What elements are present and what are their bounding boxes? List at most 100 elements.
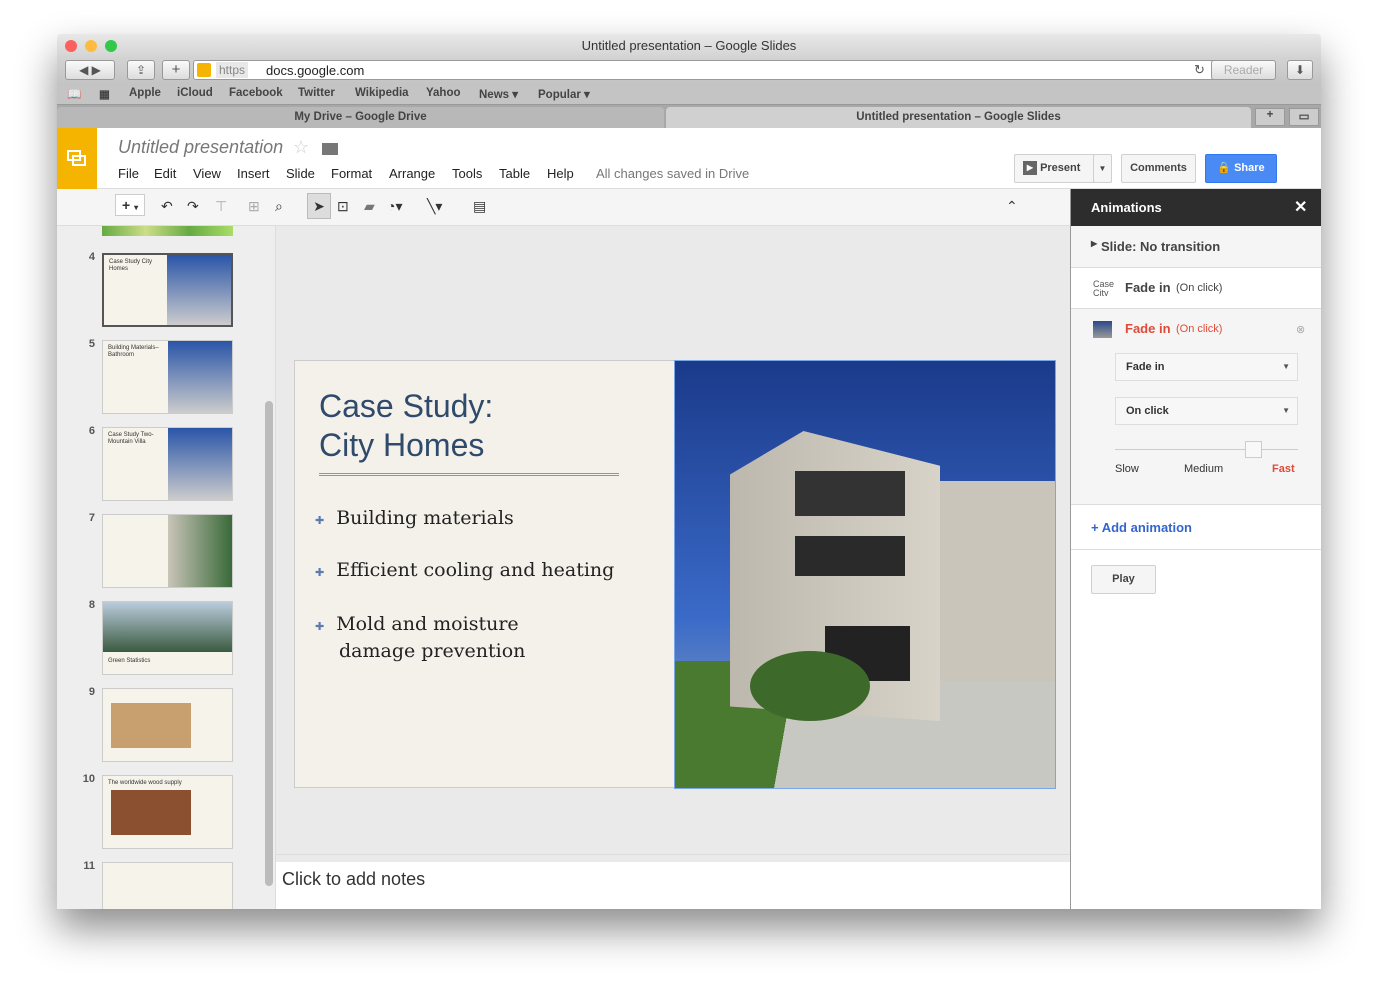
editing-toolbar: + ▾ ↶ ↷ ⊤ ⊞ ⌕ ➤ ⊡ ▰ ◔▾ ╲▾ ▤ ⌃ bbox=[57, 189, 1070, 226]
downloads-icon[interactable]: ⬇ bbox=[1287, 60, 1313, 80]
line-icon[interactable]: ╲▾ bbox=[427, 198, 442, 215]
bookmark-popular[interactable]: Popular ▾ bbox=[538, 87, 590, 101]
slide-number: 8 bbox=[88, 599, 95, 611]
trigger-select[interactable]: On click ▼ bbox=[1115, 397, 1298, 425]
bookmark-icloud[interactable]: iCloud bbox=[177, 87, 213, 99]
new-tab-button[interactable]: + bbox=[162, 60, 190, 80]
add-animation-link[interactable]: + Add animation bbox=[1091, 520, 1192, 535]
new-slide-button[interactable]: + ▾ bbox=[115, 194, 146, 216]
share-icon[interactable]: ⇪ bbox=[127, 60, 155, 80]
slide-thumbnail-partial[interactable] bbox=[102, 226, 233, 236]
top-sites-icon[interactable]: ▦ bbox=[99, 87, 110, 101]
thumbnail-image bbox=[168, 515, 232, 587]
slide-thumbnail[interactable] bbox=[102, 514, 233, 588]
slide-thumbnail[interactable] bbox=[102, 862, 233, 909]
remove-animation-icon[interactable]: ⊗ bbox=[1296, 323, 1305, 336]
close-window-button[interactable] bbox=[65, 40, 77, 52]
menu-edit[interactable]: Edit bbox=[154, 166, 176, 181]
filmstrip-scrollbar[interactable] bbox=[265, 401, 273, 886]
bookmark-yahoo[interactable]: Yahoo bbox=[426, 87, 461, 99]
animation-effect: Fade in bbox=[1125, 280, 1171, 295]
app-header: Untitled presentation ☆ File Edit View I… bbox=[57, 128, 1321, 189]
speaker-notes-icon[interactable]: ▤ bbox=[473, 198, 486, 215]
address-bar[interactable]: https docs.google.com ↻ Reader bbox=[193, 60, 1276, 80]
notes-divider[interactable] bbox=[276, 854, 1070, 855]
undo-icon[interactable]: ↶ bbox=[161, 198, 173, 215]
image-icon[interactable]: ▰ bbox=[364, 198, 375, 215]
select-tool-icon[interactable]: ➤ bbox=[307, 193, 331, 219]
speed-slider[interactable] bbox=[1115, 449, 1298, 450]
slide[interactable]: Case Study: City Homes ✚ Building materia… bbox=[294, 360, 1056, 789]
bookmark-facebook[interactable]: Facebook bbox=[229, 87, 283, 99]
play-button[interactable]: Play bbox=[1091, 565, 1156, 594]
zoom-window-button[interactable] bbox=[105, 40, 117, 52]
share-button[interactable]: 🔒 Share bbox=[1205, 154, 1277, 183]
collapse-icon[interactable]: ⌃ bbox=[1006, 198, 1018, 215]
reading-list-icon[interactable]: 📖 bbox=[67, 87, 81, 101]
zoom-icon[interactable]: ⌕ bbox=[275, 198, 283, 215]
menu-slide[interactable]: Slide bbox=[286, 166, 315, 181]
menu-format[interactable]: Format bbox=[331, 166, 372, 181]
tab-view-icon[interactable]: ▭ bbox=[1289, 108, 1319, 126]
slide-thumbnail[interactable]: Case Study City Homes bbox=[102, 253, 233, 327]
menu-help[interactable]: Help bbox=[547, 166, 574, 181]
animation-effect: Fade in bbox=[1125, 321, 1171, 336]
animation-item[interactable]: Case City H Fade in (On click) bbox=[1071, 268, 1321, 309]
slide-thumbnail[interactable]: Case Study Two-Mountain Villa bbox=[102, 427, 233, 501]
slides-favicon-icon bbox=[197, 63, 211, 77]
effect-select[interactable]: Fade in ▼ bbox=[1115, 353, 1298, 381]
tab-slides[interactable]: Untitled presentation – Google Slides bbox=[666, 107, 1251, 128]
bookmark-wikipedia[interactable]: Wikipedia bbox=[355, 87, 409, 99]
present-dropdown-button[interactable]: ▼ bbox=[1093, 154, 1112, 183]
panel-title: Animations bbox=[1091, 200, 1162, 215]
shape-icon[interactable]: ◔▾ bbox=[387, 198, 402, 215]
menu-arrange[interactable]: Arrange bbox=[389, 166, 435, 181]
minimize-window-button[interactable] bbox=[85, 40, 97, 52]
menu-file[interactable]: File bbox=[118, 166, 139, 181]
slide-thumbnail[interactable]: Green Statistics bbox=[102, 601, 233, 675]
reload-icon[interactable]: ↻ bbox=[1194, 62, 1205, 78]
comments-button[interactable]: Comments bbox=[1121, 154, 1196, 183]
tab-my-drive[interactable]: My Drive – Google Drive bbox=[57, 107, 664, 128]
close-icon[interactable]: ✕ bbox=[1294, 197, 1307, 217]
https-label: https bbox=[216, 62, 249, 78]
slide-thumbnail[interactable]: Building Materials–Bathroom bbox=[102, 340, 233, 414]
share-label: Share bbox=[1234, 162, 1265, 174]
menu-tools[interactable]: Tools bbox=[452, 166, 482, 181]
slide-thumbnail[interactable]: The worldwide wood supply bbox=[102, 775, 233, 849]
text-box-icon[interactable]: ⊡ bbox=[337, 198, 349, 215]
slides-logo[interactable] bbox=[57, 128, 97, 189]
slide-bullets[interactable]: ✚ Building materials ✚ Efficient cooling a… bbox=[315, 506, 614, 663]
slide-title-line1[interactable]: Case Study: bbox=[319, 387, 493, 426]
bookmark-apple[interactable]: Apple bbox=[129, 87, 161, 99]
bullet-text: Efficient cooling and heating bbox=[336, 559, 615, 581]
url-text: docs.google.com bbox=[266, 63, 365, 78]
reader-button[interactable]: Reader bbox=[1211, 60, 1276, 80]
speaker-notes[interactable]: Click to add notes bbox=[276, 862, 1070, 909]
slide-number: 9 bbox=[88, 686, 95, 698]
star-icon[interactable]: ☆ bbox=[293, 137, 309, 158]
back-forward-buttons[interactable]: ◀ ▶ bbox=[65, 60, 115, 80]
folder-icon[interactable] bbox=[322, 143, 338, 155]
effect-value: Fade in bbox=[1126, 361, 1165, 373]
house-photo[interactable] bbox=[674, 360, 1056, 789]
menu-view[interactable]: View bbox=[193, 166, 221, 181]
slide-thumbnail[interactable] bbox=[102, 688, 233, 762]
chevron-down-icon: ▼ bbox=[1282, 406, 1290, 415]
bookmark-twitter[interactable]: Twitter bbox=[298, 87, 335, 99]
bookmark-news[interactable]: News ▾ bbox=[479, 87, 518, 101]
animation-item-selected[interactable]: Fade in (On click) ⊗ Fade in ▼ On click ▼ … bbox=[1071, 309, 1321, 505]
menu-insert[interactable]: Insert bbox=[237, 166, 270, 181]
speed-slider-handle[interactable] bbox=[1245, 441, 1262, 458]
title-underline bbox=[319, 473, 619, 476]
paint-format-icon[interactable]: ⊤ bbox=[215, 198, 227, 215]
fit-icon[interactable]: ⊞ bbox=[248, 198, 260, 215]
document-title[interactable]: Untitled presentation bbox=[118, 137, 283, 158]
title-bar: Untitled presentation – Google Slides bbox=[57, 34, 1321, 58]
slide-title-line2[interactable]: City Homes bbox=[319, 426, 493, 465]
redo-icon[interactable]: ↷ bbox=[187, 198, 199, 215]
slide-transition-row[interactable]: ▶ Slide: No transition bbox=[1071, 226, 1321, 268]
animation-thumb: Case City H bbox=[1093, 280, 1115, 296]
menu-table[interactable]: Table bbox=[499, 166, 530, 181]
new-tab-icon[interactable]: + bbox=[1255, 108, 1285, 126]
